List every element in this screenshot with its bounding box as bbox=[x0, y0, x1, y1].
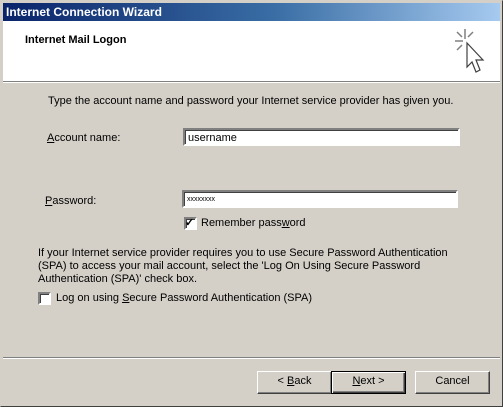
spa-info-line-1: If your Internet service provider requir… bbox=[38, 247, 448, 259]
cancel-button[interactable]: Cancel bbox=[415, 371, 490, 394]
password-label: Password: bbox=[45, 195, 97, 207]
intro-text: Type the account name and password your … bbox=[48, 95, 454, 107]
account-name-input[interactable]: username bbox=[183, 128, 460, 146]
wizard-window: Internet Connection Wizard Internet Mail… bbox=[0, 0, 503, 407]
spa-checkbox-label[interactable]: Log on using Secure Password Authenticat… bbox=[56, 292, 312, 304]
password-input[interactable]: xxxxxxxx bbox=[182, 190, 458, 208]
remember-password-checkbox[interactable]: ✓ bbox=[184, 217, 197, 230]
account-name-label: Account name: bbox=[47, 132, 121, 144]
header-divider bbox=[3, 82, 500, 83]
spa-info-line-3: Authentication (SPA)' check box. bbox=[38, 273, 198, 285]
title-bar[interactable]: Internet Connection Wizard bbox=[3, 3, 500, 21]
page-title: Internet Mail Logon bbox=[25, 34, 127, 46]
wizard-sparkle-cursor-icon bbox=[455, 29, 485, 73]
spa-checkbox[interactable] bbox=[38, 292, 51, 305]
checkmark-icon: ✓ bbox=[185, 217, 195, 229]
footer-separator-highlight bbox=[3, 358, 500, 359]
remember-password-label[interactable]: Remember password bbox=[201, 217, 306, 229]
spa-info-line-2: (SPA) to access your mail account, selec… bbox=[38, 260, 421, 272]
back-button[interactable]: < Back bbox=[257, 371, 332, 394]
next-button[interactable]: Next > bbox=[331, 371, 406, 394]
window-title: Internet Connection Wizard bbox=[6, 5, 162, 19]
wizard-header: Internet Mail Logon bbox=[3, 21, 500, 82]
